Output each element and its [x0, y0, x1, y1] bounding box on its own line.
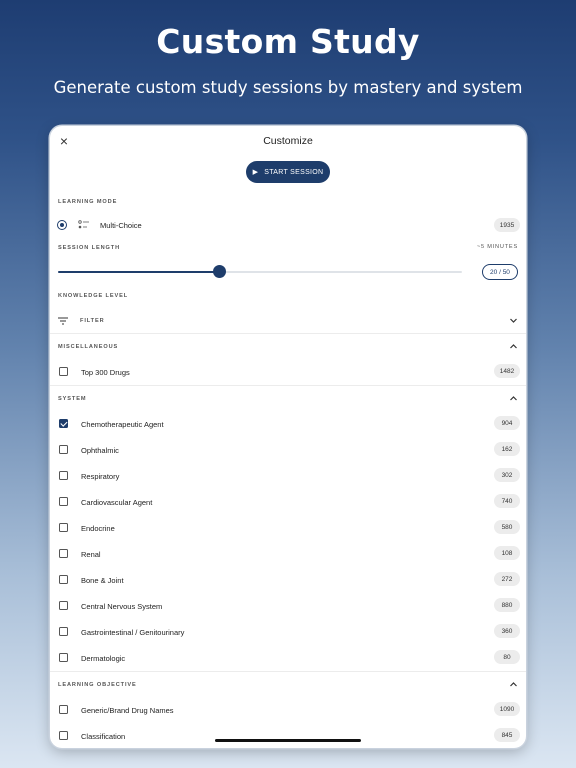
slider-fill: [58, 271, 220, 273]
list-item-label: Generic/Brand Drug Names: [81, 706, 174, 715]
list-item-count: 580: [494, 520, 520, 534]
chevron-down-icon[interactable]: [509, 316, 518, 325]
slider-thumb[interactable]: [213, 265, 227, 278]
list-item-label: Ophthalmic: [81, 446, 119, 455]
list-item-checkbox[interactable]: [59, 471, 68, 480]
multi-choice-label: Multi-Choice: [100, 221, 142, 230]
page-title: Customize: [263, 135, 313, 147]
miscellaneous-heading: MISCELLANEOUS: [58, 344, 119, 350]
list-item-label: Chemotherapeutic Agent: [81, 420, 164, 429]
list-item-label: Dermatologic: [81, 654, 126, 663]
list-item-label: Top 300 Drugs: [81, 368, 130, 377]
list-item-label: Cardiovascular Agent: [81, 498, 153, 507]
top-300-drugs-checkbox[interactable]: [59, 367, 68, 376]
start-session-button[interactable]: ▶ START SESSION: [246, 161, 330, 183]
hero-subtitle: Generate custom study sessions by master…: [53, 78, 523, 97]
list-item-label: Central Nervous System: [81, 602, 163, 611]
list-item-checkbox[interactable]: [59, 705, 68, 714]
list-item-count: 272: [494, 572, 520, 586]
list-item-checkbox[interactable]: [59, 575, 68, 584]
list-item-checkbox[interactable]: [59, 549, 68, 558]
list-item-count: 108: [494, 546, 520, 560]
list-item-count: 740: [494, 494, 520, 508]
learning-objective-heading: LEARNING OBJECTIVE: [58, 682, 137, 688]
session-length-value: 20 / 50: [482, 264, 518, 280]
knowledge-level-heading: KNOWLEDGE LEVEL: [58, 293, 129, 299]
chevron-up-icon[interactable]: [509, 680, 518, 689]
session-estimate: ~5 MINUTES: [476, 244, 518, 250]
list-item-label: Classification: [81, 732, 126, 741]
filter-label[interactable]: FILTER: [80, 318, 105, 324]
multi-choice-count: 1935: [494, 218, 520, 232]
home-indicator: [215, 739, 361, 742]
filter-icon: [58, 317, 68, 325]
divider: [50, 385, 526, 386]
multi-choice-radio[interactable]: [57, 220, 67, 230]
list-item-checkbox[interactable]: [59, 445, 68, 454]
divider: [50, 671, 526, 672]
chevron-up-icon[interactable]: [509, 342, 518, 351]
list-item-label: Bone & Joint: [81, 576, 124, 585]
list-item-count: 1482: [494, 364, 520, 378]
list-item-count: 80: [494, 650, 520, 664]
multi-choice-icon: [78, 220, 89, 229]
list-item-count: 904: [494, 416, 520, 430]
list-item-label: Respiratory: [81, 472, 120, 481]
list-item-checkbox[interactable]: [59, 601, 68, 610]
list-item-checkbox[interactable]: [59, 731, 68, 740]
list-item-count: 302: [494, 468, 520, 482]
chevron-up-icon[interactable]: [509, 394, 518, 403]
list-item-count: 1090: [494, 702, 520, 716]
learning-mode-heading: LEARNING MODE: [58, 199, 118, 205]
list-item-label: Renal: [81, 550, 101, 559]
list-item-label: Endocrine: [81, 524, 115, 533]
session-length-slider[interactable]: [58, 271, 462, 273]
list-item-checkbox[interactable]: [59, 523, 68, 532]
list-item-checkbox[interactable]: [59, 419, 68, 428]
list-item-count: 360: [494, 624, 520, 638]
play-icon: ▶: [252, 169, 259, 176]
list-item-checkbox[interactable]: [59, 627, 68, 636]
list-item-checkbox[interactable]: [59, 653, 68, 662]
customize-panel: × Customize ▶ START SESSION LEARNING MOD…: [50, 126, 526, 748]
list-item-count: 162: [494, 442, 520, 456]
session-length-heading: SESSION LENGTH: [58, 245, 121, 251]
list-item-count: 845: [494, 728, 520, 742]
system-heading: SYSTEM: [58, 396, 87, 402]
top-bar: × Customize: [50, 126, 526, 156]
divider: [50, 333, 526, 334]
hero-title: Custom Study: [156, 22, 420, 61]
list-item-label: Gastrointestinal / Genitourinary: [81, 628, 185, 637]
list-item-checkbox[interactable]: [59, 497, 68, 506]
list-item-count: 880: [494, 598, 520, 612]
start-session-label: START SESSION: [264, 168, 324, 176]
